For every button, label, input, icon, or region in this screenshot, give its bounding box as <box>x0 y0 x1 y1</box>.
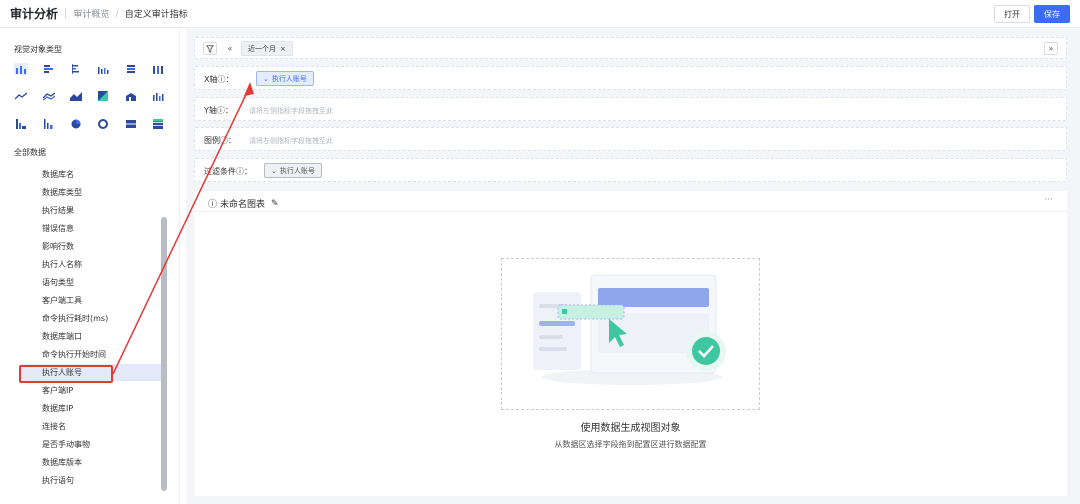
field-item[interactable]: 客户端工具 <box>20 292 162 309</box>
close-icon[interactable]: × <box>280 45 286 53</box>
collapse-left-icon[interactable]: « <box>223 42 237 55</box>
y-axis-dropzone[interactable]: Y轴ⓘ： 请将左侧指标字段拖拽至此 <box>194 97 1067 121</box>
field-item[interactable]: 连接名 <box>20 418 162 435</box>
horizontal-bar-icon[interactable] <box>69 63 83 75</box>
x-axis-dropzone[interactable]: X轴ⓘ： ⌄ 执行人账号 <box>194 66 1067 90</box>
bar-chart-icon[interactable] <box>14 63 28 75</box>
empty-state-illustration <box>533 274 726 385</box>
mixed-column-icon[interactable] <box>151 90 165 102</box>
legend-placeholder: 请将左侧指标字段拖拽至此 <box>249 137 333 145</box>
pie-chart-icon[interactable] <box>69 118 83 130</box>
field-list-scrollbar[interactable] <box>161 217 167 491</box>
field-item[interactable]: 数据库端口 <box>20 328 162 345</box>
x-axis-field-chip[interactable]: ⌄ 执行人账号 <box>256 71 314 86</box>
all-data-title: 全部数据 <box>14 148 46 157</box>
filter-field-chip[interactable]: ⌄ 执行人账号 <box>264 163 322 178</box>
info-icon: ⓘ <box>208 200 218 210</box>
field-item[interactable]: 命令执行耗时(ms) <box>20 310 162 327</box>
top-bar: 审计分析 | 审计概览 / 自定义审计指标 打开 保存 <box>0 0 1080 28</box>
left-panel: 视觉对象类型 全部数据 数据库名 数据库类型 执行结果 错误信息 影响行数 执行… <box>0 29 180 504</box>
legend-dropzone[interactable]: 图例ⓘ： 请将左侧指标字段拖拽至此 <box>194 127 1067 151</box>
field-item[interactable]: 执行语句 <box>20 472 162 489</box>
field-item[interactable]: 影响行数 <box>20 238 162 255</box>
funnel-icon[interactable] <box>42 118 56 130</box>
field-item[interactable]: 错误信息 <box>20 220 162 237</box>
empty-state-subtitle: 从数据区选择字段拖到配置区进行数据配置 <box>554 440 707 449</box>
filter-icon[interactable] <box>203 42 217 55</box>
more-icon[interactable]: ··· <box>1044 195 1053 205</box>
y-axis-label: Y轴ⓘ： <box>204 106 233 115</box>
stacked-area-icon[interactable] <box>124 90 138 102</box>
heatmap-icon[interactable] <box>96 90 110 102</box>
legend-label: 图例ⓘ： <box>204 136 236 145</box>
config-panel: « 近一个月 × » X轴ⓘ： ⌄ 执行人账号 Y轴ⓘ： 请将左侧指标字段拖拽至… <box>186 29 1080 504</box>
app-title: 审计分析 <box>10 7 59 21</box>
stacked-horizontal-icon[interactable] <box>124 63 138 75</box>
filter-tag-label: 近一个月 <box>248 44 276 53</box>
grouped-bar-icon[interactable] <box>151 63 165 75</box>
field-item[interactable]: 数据库名 <box>20 166 162 183</box>
stacked-bar-icon[interactable] <box>42 63 56 75</box>
filter-condition-dropzone[interactable]: 过滤条件ⓘ： ⌄ 执行人账号 <box>194 158 1067 182</box>
filter-condition-label: 过滤条件ⓘ： <box>204 167 252 176</box>
x-axis-chip-label: 执行人账号 <box>271 74 307 83</box>
table-icon[interactable] <box>151 118 165 130</box>
donut-chart-icon[interactable] <box>96 118 110 130</box>
field-item[interactable]: 执行结果 <box>20 202 162 219</box>
save-button[interactable]: 保存 <box>1034 5 1070 23</box>
card-divider <box>194 211 1067 212</box>
breadcrumb-separator: | <box>64 8 68 19</box>
filter-tag[interactable]: 近一个月 × <box>241 41 293 56</box>
field-item[interactable]: 执行人名称 <box>20 256 162 273</box>
view-type-title: 视觉对象类型 <box>14 45 62 54</box>
chevron-down-icon: ⌄ <box>271 166 277 175</box>
chevron-down-icon: ⌄ <box>263 74 269 83</box>
field-item[interactable]: 数据库IP <box>20 400 162 417</box>
annotation-highlight-box <box>19 365 113 383</box>
field-item[interactable]: 语句类型 <box>20 274 162 291</box>
field-item[interactable]: 命令执行开始时间 <box>20 346 162 363</box>
field-item[interactable]: 是否手动事物 <box>20 436 162 453</box>
breadcrumb-custom-metric: 自定义审计指标 <box>124 10 188 20</box>
chart-title-text[interactable]: 未命名图表 <box>220 197 265 210</box>
column-group-icon[interactable] <box>96 63 110 75</box>
y-axis-placeholder: 请将左侧指标字段拖拽至此 <box>249 107 333 115</box>
multi-line-icon[interactable] <box>42 90 56 102</box>
field-item[interactable]: 客户端IP <box>20 382 162 399</box>
chart-title: ⓘ 未命名图表 ✎ <box>208 197 279 211</box>
card-icon[interactable] <box>124 118 138 130</box>
x-axis-label: X轴ⓘ： <box>204 75 234 84</box>
open-button[interactable]: 打开 <box>994 5 1030 23</box>
area-chart-icon[interactable] <box>69 90 83 102</box>
edit-icon[interactable]: ✎ <box>271 199 279 209</box>
waterfall-icon[interactable] <box>14 118 28 130</box>
expand-right-icon[interactable]: » <box>1044 42 1058 55</box>
field-item[interactable]: 数据库版本 <box>20 454 162 471</box>
breadcrumb-audit-overview[interactable]: 审计概览 <box>73 7 109 20</box>
filter-chip-label: 执行人账号 <box>279 166 315 175</box>
field-item[interactable]: 数据库类型 <box>20 184 162 201</box>
chart-card: ⓘ 未命名图表 ✎ ··· 使用数据生成视图对象 从数据区选择字段拖到配置区进行… <box>194 191 1067 496</box>
filter-bar: « 近一个月 × » <box>194 37 1067 59</box>
empty-state-title: 使用数据生成视图对象 <box>580 423 681 434</box>
breadcrumb-separator: / <box>115 8 119 19</box>
line-chart-icon[interactable] <box>14 90 28 102</box>
empty-illustration <box>501 258 760 410</box>
